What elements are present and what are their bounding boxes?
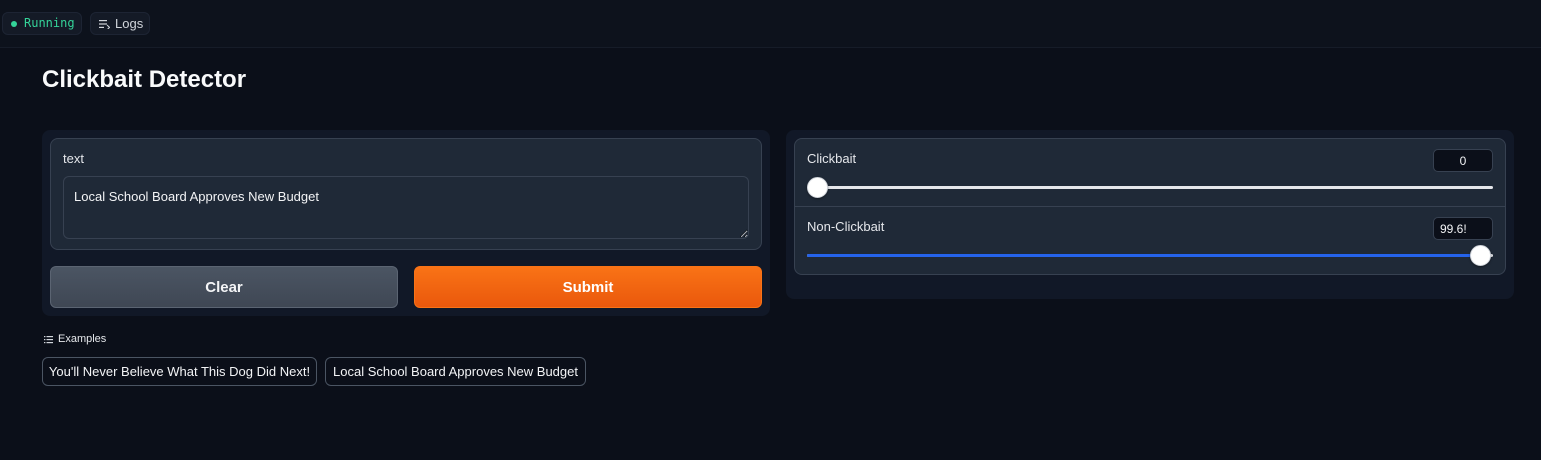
running-label: Running	[24, 16, 75, 30]
examples-label: Examples	[58, 333, 107, 345]
clear-button[interactable]: Clear	[50, 266, 398, 308]
label-sliders: Clickbait 0 Non-Clickbait 99.6!	[794, 138, 1506, 275]
slider-non-clickbait: Non-Clickbait 99.6!	[795, 207, 1505, 275]
logs-icon	[99, 19, 110, 29]
example-item[interactable]: You'll Never Believe What This Dog Did N…	[42, 357, 317, 386]
slider-number-input[interactable]: 99.6!	[1433, 217, 1493, 240]
text-input-block: text	[50, 138, 762, 250]
slider-label: Clickbait	[807, 151, 857, 166]
slider-track[interactable]	[807, 186, 1493, 189]
text-input-label: text	[63, 151, 84, 166]
logs-button[interactable]: Logs	[90, 12, 150, 35]
list-icon	[44, 335, 53, 343]
slider-thumb[interactable]	[1469, 245, 1491, 266]
slider-fill	[807, 254, 1491, 257]
page-title: Clickbait Detector	[42, 66, 247, 93]
logs-label: Logs	[115, 16, 144, 31]
slider-label: Non-Clickbait	[807, 219, 885, 234]
slider-thumb[interactable]	[807, 177, 828, 198]
submit-button[interactable]: Submit	[414, 266, 762, 308]
slider-number-input[interactable]: 0	[1433, 149, 1493, 172]
running-status-badge: Running	[2, 12, 82, 35]
text-input[interactable]	[63, 176, 749, 239]
output-panel: Clickbait 0 Non-Clickbait 99.6!	[786, 130, 1514, 299]
slider-clickbait: Clickbait 0	[795, 139, 1505, 207]
examples-header: Examples	[44, 333, 106, 345]
slider-track[interactable]	[807, 254, 1493, 257]
status-bar: Running Logs	[0, 0, 1541, 48]
status-dot-icon	[11, 20, 17, 27]
example-item[interactable]: Local School Board Approves New Budget	[325, 357, 586, 386]
input-panel: text Clear Submit	[42, 130, 770, 316]
